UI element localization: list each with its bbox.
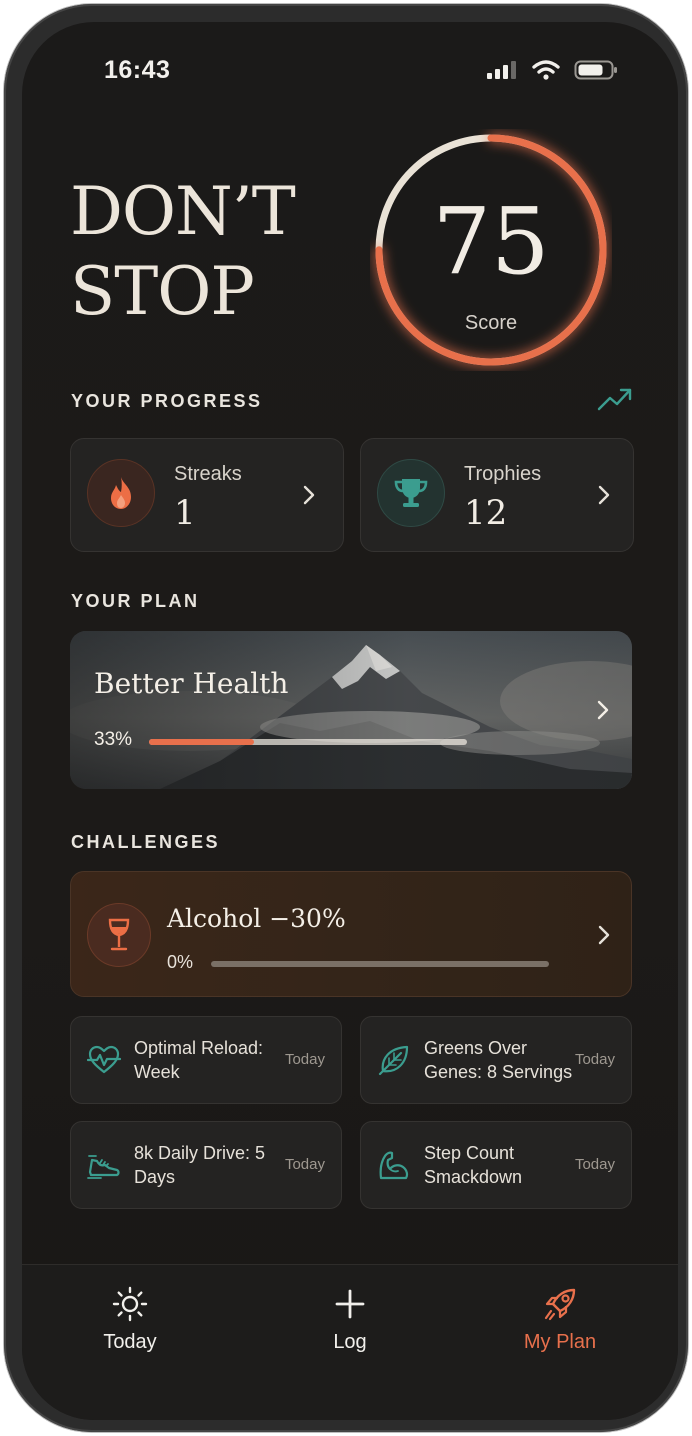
trend-up-icon[interactable] — [597, 386, 633, 412]
challenge-item[interactable]: Optimal Reload: Week Today — [70, 1016, 342, 1104]
tab-log[interactable]: Log — [285, 1285, 415, 1354]
trophies-card[interactable]: Trophies 12 — [360, 438, 634, 552]
app-screen: 16:43 DON’T STOP 75 Score YOUR PROGRESS … — [22, 22, 678, 1420]
challenge-item-label: Greens Over Genes: 8 Servings — [424, 1038, 573, 1082]
challenge-item-label: Step Count Smackdown — [424, 1143, 523, 1187]
challenge-item[interactable]: Step Count Smackdown Today — [360, 1121, 632, 1209]
sneaker-icon — [87, 1155, 120, 1179]
challenge-item-when: Today — [284, 1156, 325, 1173]
challenge-progress-track — [211, 961, 549, 967]
challenges-section-title: CHALLENGES — [71, 832, 221, 852]
trophy-icon — [377, 459, 445, 527]
wifi-icon — [532, 60, 560, 80]
wine-glass-icon — [87, 903, 151, 967]
score-label: Score — [464, 312, 518, 334]
flexed-arm-icon — [379, 1151, 409, 1180]
tab-my-plan[interactable]: My Plan — [495, 1285, 625, 1354]
tab-log-label: Log — [333, 1331, 367, 1353]
headline-line-2: STOP — [70, 253, 255, 330]
rocket-icon — [544, 1288, 576, 1321]
plan-progress-fill — [149, 739, 254, 745]
chevron-right-icon — [598, 925, 610, 945]
challenge-item-when: Today — [574, 1156, 615, 1173]
challenge-item-label: Optimal Reload: Week — [134, 1038, 264, 1082]
chevron-right-icon — [598, 485, 610, 505]
tab-my-plan-label: My Plan — [523, 1331, 597, 1353]
status-icons — [486, 59, 618, 81]
heart-pulse-icon — [87, 1045, 121, 1074]
chevron-right-icon — [303, 485, 315, 505]
plan-section-title: YOUR PLAN — [71, 591, 200, 611]
mountain-image — [70, 631, 632, 789]
page-headline: DON’T STOP — [70, 172, 296, 332]
headline-line-1: DON’T — [70, 173, 296, 250]
challenge-item[interactable]: 8k Daily Drive: 5 Days Today — [70, 1121, 342, 1209]
chevron-right-icon — [597, 700, 609, 720]
plan-card[interactable]: Better Health 33% — [70, 631, 632, 789]
challenge-item-when: Today — [284, 1051, 325, 1068]
bottom-tab-bar: Today Log My Plan — [22, 1264, 678, 1420]
tab-today[interactable]: Today — [65, 1285, 195, 1354]
progress-section-title: YOUR PROGRESS — [71, 391, 263, 411]
streaks-value: 1 — [174, 493, 196, 533]
challenge-item-when: Today — [574, 1051, 615, 1068]
challenge-name: Alcohol −30% — [167, 904, 346, 933]
challenge-item-label: 8k Daily Drive: 5 Days — [134, 1143, 266, 1187]
challenge-item[interactable]: Greens Over Genes: 8 Servings Today — [360, 1016, 632, 1104]
streaks-label: Streaks — [174, 463, 242, 485]
phone-frame: 16:43 DON’T STOP 75 Score YOUR PROGRESS … — [4, 4, 688, 1432]
plan-progress-track — [149, 739, 467, 745]
sun-icon — [112, 1286, 148, 1322]
status-time: 16:43 — [104, 56, 171, 84]
featured-challenge-card[interactable]: Alcohol −30% 0% — [70, 871, 632, 997]
leaf-icon — [378, 1045, 409, 1076]
streaks-card[interactable]: Streaks 1 — [70, 438, 344, 552]
trophies-label: Trophies — [464, 463, 542, 485]
plan-percent: 33% — [94, 729, 133, 750]
score-value: 75 — [432, 188, 550, 295]
battery-icon — [574, 60, 617, 80]
challenge-percent: 0% — [167, 952, 194, 972]
plan-name: Better Health — [94, 667, 289, 700]
flame-icon — [87, 459, 155, 527]
signal-icon — [487, 61, 516, 79]
trophies-value: 12 — [464, 493, 508, 533]
plus-icon — [335, 1289, 365, 1319]
tab-today-label: Today — [103, 1331, 157, 1353]
